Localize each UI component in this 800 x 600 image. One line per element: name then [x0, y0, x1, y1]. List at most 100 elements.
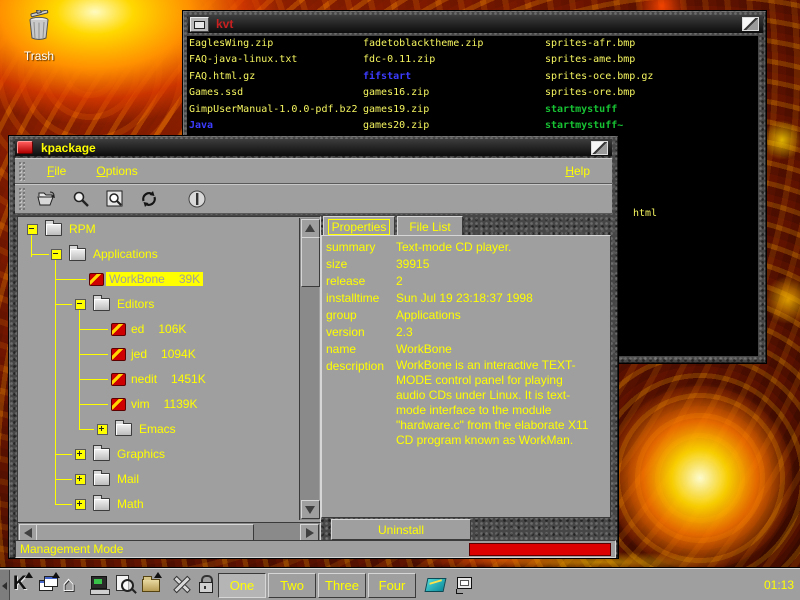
- folder-icon: [93, 498, 110, 511]
- tree-item-label-selected[interactable]: WorkBone39K: [106, 272, 203, 286]
- tree-item-editors[interactable]: Editors: [19, 296, 59, 312]
- desktop-pager-four[interactable]: Four: [368, 573, 416, 598]
- kpackage-window-menu-button[interactable]: [17, 141, 33, 154]
- uninstall-button-label: Uninstall: [378, 523, 424, 537]
- terminal-launcher-button[interactable]: [88, 572, 113, 597]
- info-button[interactable]: [185, 187, 209, 211]
- panel-clock: 01:13: [764, 569, 794, 600]
- expand-expander-icon[interactable]: [97, 424, 108, 435]
- help-book-button[interactable]: [424, 572, 449, 597]
- tree-item-label[interactable]: nedit1451K: [131, 372, 206, 386]
- magnifier-icon: [121, 579, 134, 592]
- package-size: 1139K: [164, 397, 198, 411]
- panel-hide-handle[interactable]: [0, 570, 10, 600]
- left-arrow-icon: [24, 528, 32, 538]
- tree-item-label[interactable]: ed106K: [131, 322, 186, 336]
- tree-item-applications[interactable]: Applications: [19, 246, 59, 262]
- refresh-button[interactable]: [137, 187, 161, 211]
- expand-expander-icon[interactable]: [75, 449, 86, 460]
- trash-desktop-icon[interactable]: Trash: [12, 10, 66, 63]
- scrollbar-thumb[interactable]: [301, 237, 320, 287]
- k-menu-button[interactable]: K: [11, 572, 36, 597]
- executable-file-name: startmystuff~: [545, 120, 623, 131]
- package-tree[interactable]: RPM Applications WorkBone39K Edit: [19, 218, 300, 520]
- scroll-right-button[interactable]: [300, 524, 319, 541]
- pager-label: Four: [379, 578, 406, 593]
- tree-item-label[interactable]: vim 1139K: [131, 397, 197, 411]
- scrollbar-thumb[interactable]: [36, 524, 254, 541]
- kvt-window-menu-button[interactable]: [190, 17, 209, 32]
- property-row: version 2.3: [326, 324, 606, 340]
- tree-item-nedit[interactable]: nedit1451K: [19, 371, 59, 387]
- tree-item-label[interactable]: RPM: [69, 222, 96, 236]
- property-key: installtime: [326, 290, 396, 306]
- menu-file[interactable]: File: [43, 162, 70, 180]
- find-package-button[interactable]: [69, 187, 93, 211]
- folder-icon: [93, 448, 110, 461]
- tree-connector-line: [79, 404, 108, 405]
- kvt-task-button[interactable]: [453, 572, 478, 597]
- disk-navigator-button[interactable]: [140, 572, 165, 597]
- find-package-icon: [70, 188, 92, 210]
- expand-expander-icon[interactable]: [75, 474, 86, 485]
- toolbar-drag-handle[interactable]: [18, 187, 25, 210]
- kvt-maximize-button[interactable]: [742, 17, 759, 31]
- menu-help[interactable]: Help: [561, 162, 594, 180]
- open-package-button[interactable]: [35, 187, 59, 211]
- tree-item-label[interactable]: jed1094K: [131, 347, 196, 361]
- kpackage-titlebar[interactable]: kpackage: [15, 139, 612, 156]
- tree-item-label[interactable]: Emacs: [139, 422, 176, 436]
- collapse-expander-icon[interactable]: [27, 224, 38, 235]
- kpackage-maximize-button[interactable]: [591, 141, 608, 155]
- terminal-row: Games.ssd games16.zip sprites-ore.bmp: [187, 87, 758, 103]
- tree-horizontal-scrollbar[interactable]: [17, 522, 321, 541]
- tab-properties[interactable]: Properties: [323, 216, 395, 237]
- tree-item-label[interactable]: Math: [117, 497, 144, 511]
- tree-item-jed[interactable]: jed1094K: [19, 346, 59, 362]
- tree-item-emacs[interactable]: Emacs: [19, 421, 59, 437]
- kpackage-toolbar: [15, 184, 612, 214]
- monitor-icon: [457, 577, 472, 589]
- tree-item-rpm[interactable]: RPM: [19, 221, 59, 237]
- desktop-pager-one[interactable]: One: [218, 573, 266, 598]
- menu-options[interactable]: Options: [92, 162, 141, 180]
- kvt-titlebar[interactable]: kvt: [188, 15, 763, 33]
- tree-item-math[interactable]: Math: [19, 496, 59, 512]
- uninstall-button[interactable]: Uninstall: [331, 519, 471, 540]
- lock-screen-button[interactable]: [194, 572, 219, 597]
- down-arrow-icon: [305, 506, 315, 514]
- file-name: sprites-afr.bmp: [545, 38, 635, 49]
- tree-item-label[interactable]: Applications: [93, 247, 158, 261]
- kvt-window-title: kvt: [216, 17, 233, 31]
- scroll-down-button[interactable]: [301, 500, 320, 519]
- kill-window-button[interactable]: [170, 572, 195, 597]
- desktop-pager-two[interactable]: Two: [268, 573, 316, 598]
- scroll-up-button[interactable]: [301, 219, 320, 238]
- tree-item-vim[interactable]: vim1139K: [19, 396, 59, 412]
- tree-item-ed[interactable]: ed106K: [19, 321, 59, 337]
- tree-vertical-scrollbar[interactable]: [299, 218, 319, 520]
- expand-expander-icon[interactable]: [75, 499, 86, 510]
- tree-item-workbone[interactable]: WorkBone39K: [19, 271, 59, 287]
- tree-item-mail[interactable]: Mail: [19, 471, 59, 487]
- tab-file-list[interactable]: File List: [397, 216, 463, 237]
- collapse-expander-icon[interactable]: [51, 249, 62, 260]
- kpackage-menubar: File Options Help: [15, 158, 612, 184]
- tree-item-label[interactable]: Mail: [117, 472, 139, 486]
- package-name: vim: [131, 397, 150, 411]
- up-arrow-icon: [305, 224, 315, 232]
- find-file-button[interactable]: [103, 187, 127, 211]
- tree-item-label[interactable]: Editors: [117, 297, 154, 311]
- package-name: nedit: [131, 372, 157, 386]
- file-name: GimpUserManual-1.0.0-pdf.bz2: [189, 104, 358, 115]
- window-list-button[interactable]: [36, 572, 61, 597]
- tree-item-label[interactable]: Graphics: [117, 447, 165, 461]
- tree-item-graphics[interactable]: Graphics: [19, 446, 59, 462]
- find-files-button[interactable]: [113, 572, 138, 597]
- desktop-pager-three[interactable]: Three: [318, 573, 366, 598]
- menubar-drag-handle[interactable]: [18, 161, 25, 181]
- home-button[interactable]: ⌂: [61, 572, 86, 597]
- collapse-expander-icon[interactable]: [75, 299, 86, 310]
- file-name: games20.zip: [363, 120, 429, 131]
- rpm-package-icon: [111, 398, 126, 411]
